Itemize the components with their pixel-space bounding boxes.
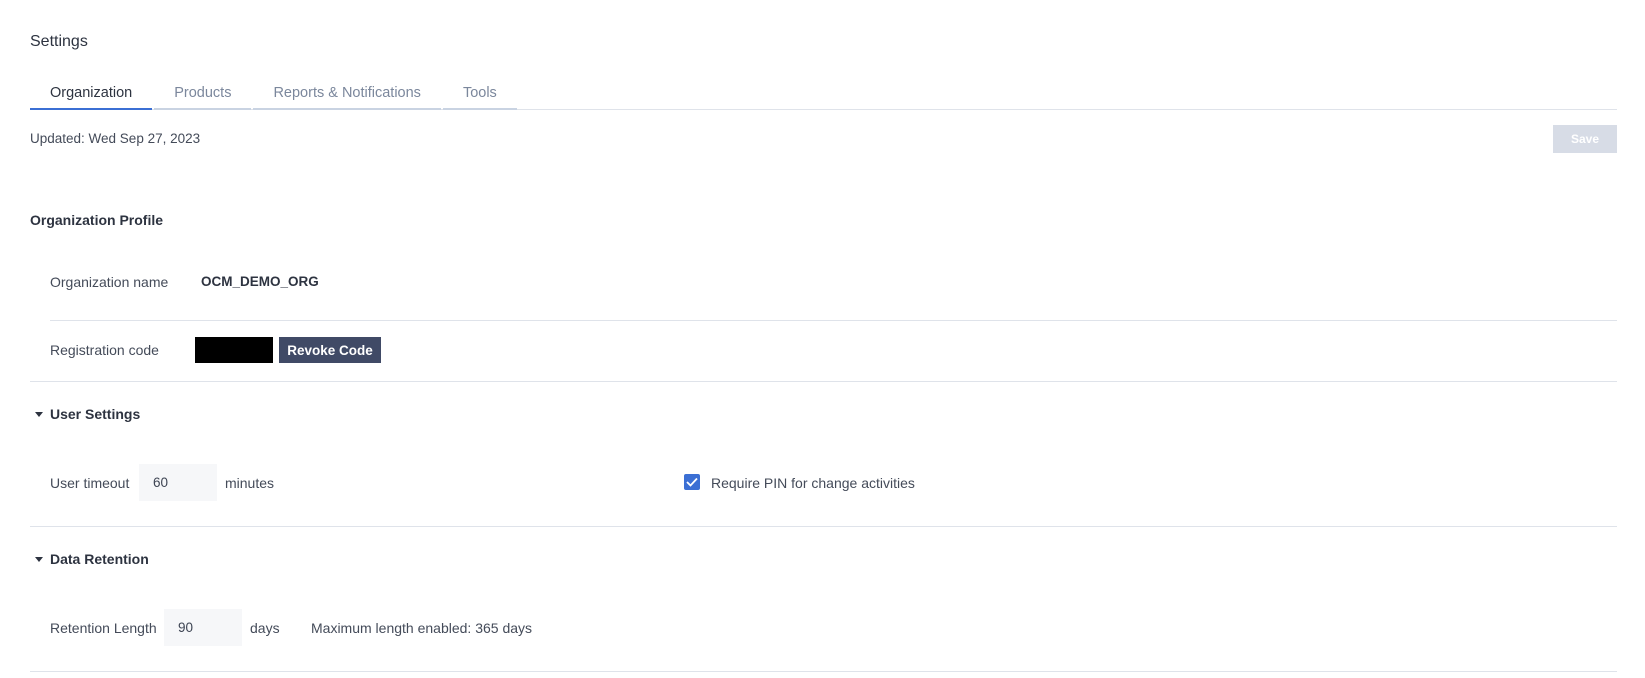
caret-down-icon (35, 411, 43, 417)
user-timeout-unit: minutes (225, 475, 275, 491)
tab-organization[interactable]: Organization (30, 80, 153, 110)
retention-length-input[interactable] (164, 609, 242, 646)
divider (30, 381, 1617, 382)
tab-tools[interactable]: Tools (442, 80, 517, 110)
require-pin-label: Require PIN for change activities (711, 475, 915, 491)
organization-name-label: Organization name (50, 274, 169, 290)
section-title-organization-profile: Organization Profile (30, 212, 164, 228)
divider (30, 671, 1617, 672)
updated-timestamp: Updated: Wed Sep 27, 2023 (30, 131, 201, 146)
retention-max-note: Maximum length enabled: 365 days (311, 620, 533, 636)
section-toggle-user-settings[interactable]: User Settings (35, 406, 140, 422)
require-pin-checkbox[interactable] (684, 474, 700, 490)
divider (30, 526, 1617, 527)
divider (50, 320, 1617, 321)
settings-tabs: Organization Products Reports & Notifica… (30, 80, 1617, 110)
caret-down-icon (35, 556, 43, 562)
tab-reports-notifications[interactable]: Reports & Notifications (253, 80, 441, 110)
section-title-user-settings: User Settings (50, 406, 141, 422)
user-timeout-label: User timeout (50, 475, 130, 491)
retention-length-unit: days (250, 620, 280, 636)
section-toggle-data-retention[interactable]: Data Retention (35, 551, 149, 567)
retention-length-label: Retention Length (50, 620, 157, 636)
user-timeout-input[interactable] (139, 464, 217, 501)
page-title: Settings (30, 33, 88, 50)
organization-name-value: OCM_DEMO_ORG (201, 274, 319, 289)
section-title-data-retention: Data Retention (50, 551, 149, 567)
save-button[interactable]: Save (1553, 125, 1617, 153)
registration-code-redacted (195, 337, 273, 363)
checkmark-icon (686, 477, 698, 487)
tab-products[interactable]: Products (154, 80, 252, 110)
revoke-code-button[interactable]: Revoke Code (279, 337, 381, 363)
registration-code-label: Registration code (50, 342, 159, 358)
